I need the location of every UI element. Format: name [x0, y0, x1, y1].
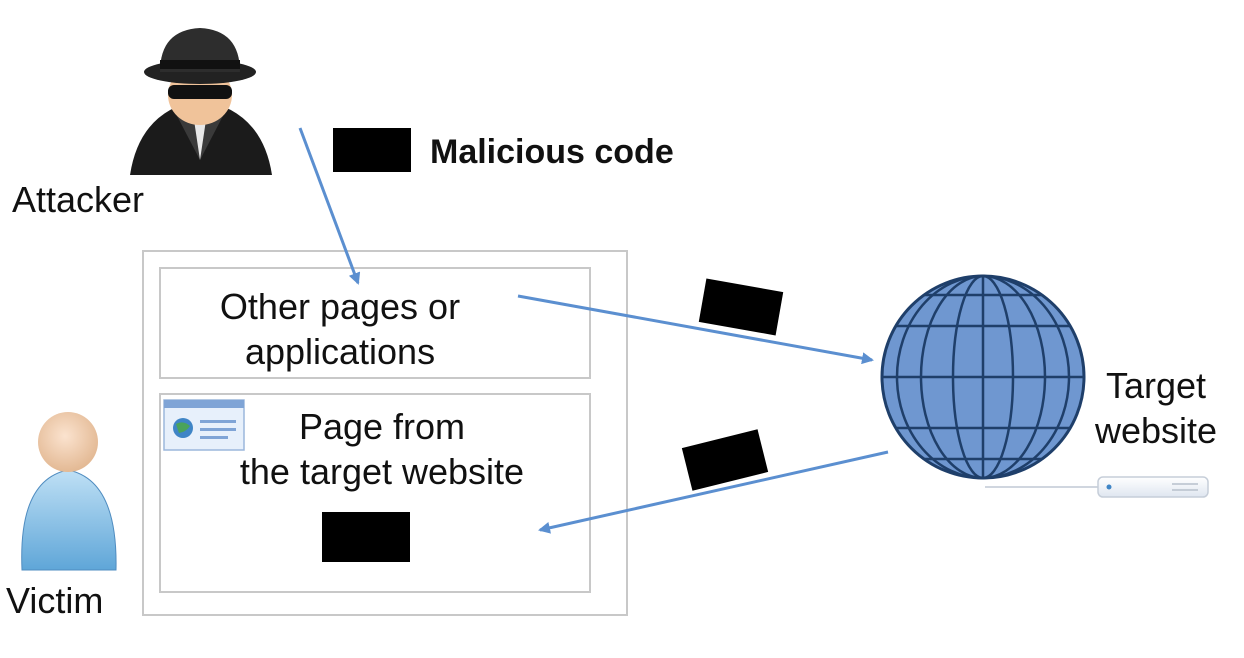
globe-icon — [880, 274, 1086, 480]
xss-diagram: Malicious code Attacker Other pages or a… — [0, 0, 1244, 658]
injected-code-block — [322, 512, 410, 562]
victim-label: Victim — [6, 580, 104, 621]
legend-label: Malicious code — [430, 133, 674, 171]
target-page-line2: the target website — [239, 451, 525, 492]
target-website-line2: website — [1094, 410, 1218, 451]
request-code-block — [698, 278, 784, 336]
attacker-label: Attacker — [12, 179, 145, 220]
target-page-label: Page from the target website — [200, 404, 564, 494]
target-website-label: Target website — [1076, 363, 1236, 453]
other-pages-line1: Other pages or — [219, 286, 461, 327]
server-icon — [985, 476, 1209, 498]
victim-icon — [21, 412, 117, 571]
other-pages-label: Other pages or applications — [160, 284, 520, 374]
legend-code-block — [333, 128, 411, 172]
target-page-line1: Page from — [298, 406, 466, 447]
other-pages-line2: applications — [244, 331, 436, 372]
attacker-icon — [130, 28, 272, 175]
target-website-line1: Target — [1105, 365, 1207, 406]
